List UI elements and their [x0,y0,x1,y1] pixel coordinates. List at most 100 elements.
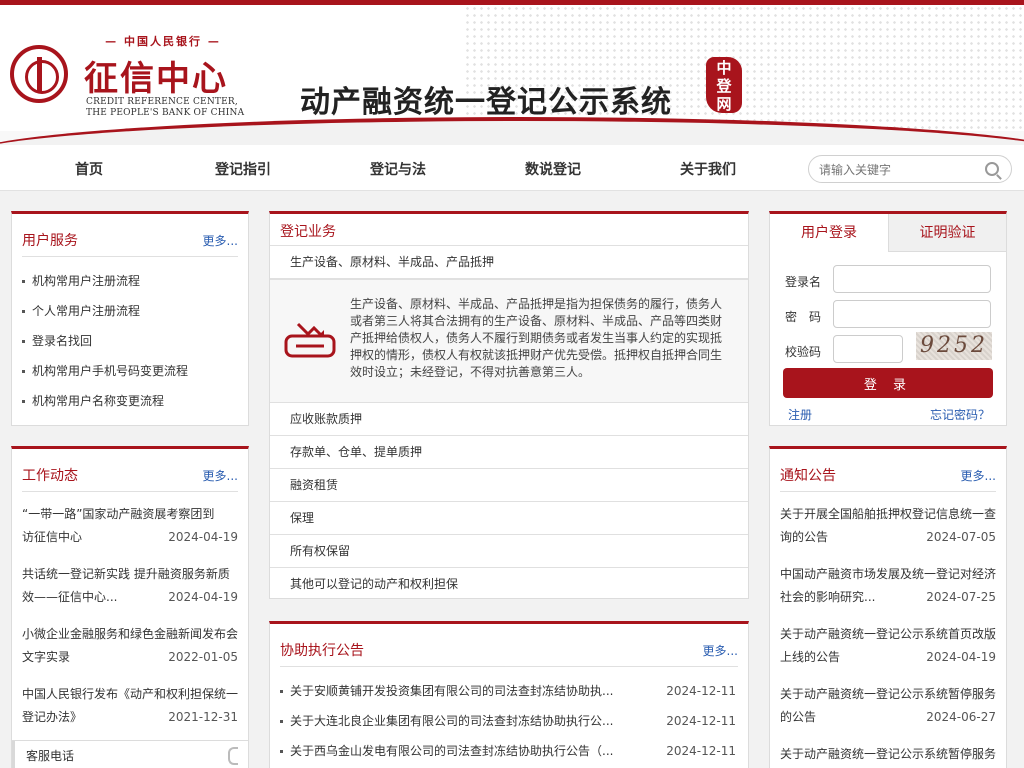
list-item[interactable]: 关于动产融资统一登记公示系统首页改版 上线的公告 2024-04-19 [780,623,996,683]
username-label: 登录名 [785,275,822,289]
announcement-date: 2024-12-11 [666,744,736,758]
notice-title-line1: 关于动产融资统一登记公示系统首页改版 [780,627,997,641]
search-box [808,155,1012,183]
panel-divider [22,256,238,257]
assist-execution-more-link[interactable]: 更多... [703,642,738,659]
list-item[interactable]: “一带一路”国家动产融资展考察团到 访征信中心 2024-04-19 [22,503,238,563]
assist-execution-list: 关于安顺黄铺开发投资集团有限公司的司法查封冻结协助执... 2024-12-11… [280,676,738,766]
list-item[interactable]: 机构常用户名称变更流程 [22,386,238,416]
notice-title-line1: 关于动产融资统一登记公示系统暂停服务 [780,747,997,761]
work-news-title: 工作动态 [22,468,78,484]
notice-date: 2024-07-25 [926,590,996,604]
nav-about-us[interactable]: 关于我们 [680,159,736,179]
registration-title: 登记业务 [280,224,336,240]
work-news-panel: 工作动态 更多... “一带一路”国家动产融资展考察团到 访征信中心 2024-… [11,446,249,746]
work-news-list: “一带一路”国家动产融资展考察团到 访征信中心 2024-04-19 共话统一登… [22,503,238,743]
panel-divider [22,491,238,492]
registration-item[interactable]: 保理 [270,502,748,535]
customer-service-strip[interactable]: 客服电话 [11,740,249,768]
captcha-field[interactable] [833,335,903,363]
list-item[interactable]: 个人常用户注册流程 [22,296,238,326]
notice-title-line1: 关于动产融资统一登记公示系统暂停服务 [780,687,997,701]
logo-org-name[interactable]: 征信中心 [84,51,228,100]
assist-execution-panel: 协助执行公告 更多... 关于安顺黄铺开发投资集团有限公司的司法查封冻结协助执.… [269,621,749,768]
forgot-password-link[interactable]: 忘记密码？ [930,406,990,423]
notice-date: 2024-04-19 [926,650,996,664]
announcement-title: 关于大连北良企业集团有限公司的司法查封冻结协助执行公... [290,714,614,728]
list-item[interactable]: 共话统一登记新实践 提升融资服务新质 效——征信中心... 2024-04-19 [22,563,238,623]
seal-text: 中登网 [716,59,732,113]
list-item[interactable]: 关于大连北良企业集团有限公司的司法查封冻结协助执行公... 2024-12-11 [280,706,738,736]
notice-title-line1: 中国动产融资市场发展及统一登记对经济 [780,567,997,581]
registration-item-description: 生产设备、原材料、半成品、产品抵押是指为担保债务的履行，债务人或者第三人将其合法… [350,297,723,379]
registration-item[interactable]: 应收账款质押 [270,403,748,436]
login-button[interactable]: 登 录 [783,368,993,398]
list-item[interactable]: 关于西乌金山发电有限公司的司法查封冻结协助执行公告（... 2024-12-11 [280,736,738,766]
announcement-title: 关于西乌金山发电有限公司的司法查封冻结协助执行公告（... [290,744,614,758]
register-link[interactable]: 注册 [788,406,812,423]
tab-certificate-verify[interactable]: 证明验证 [888,214,1006,252]
user-service-panel: 用户服务 更多... 机构常用户注册流程 个人常用户注册流程 登录名找回 机构常… [11,211,249,426]
registration-item[interactable]: 所有权保留 [270,535,748,568]
list-item[interactable]: 关于开展全国船舶抵押权登记信息统一查 询的公告 2024-07-05 [780,503,996,563]
phone-icon [228,747,238,765]
search-icon[interactable] [985,162,999,176]
notices-title: 通知公告 [780,468,836,484]
notice-date: 2024-06-27 [926,710,996,724]
logo-english-line-1: CREDIT REFERENCE CENTER, [86,97,238,107]
news-date: 2024-04-19 [168,590,238,604]
user-service-more-link[interactable]: 更多... [203,232,238,249]
notices-list: 关于开展全国船舶抵押权登记信息统一查 询的公告 2024-07-05 中国动产融… [780,503,996,768]
customer-service-label: 客服电话 [26,749,75,763]
registration-header: 登记业务 [270,214,748,246]
tab-user-login[interactable]: 用户登录 [770,214,888,252]
system-title: 动产融资统一登记公示系统 [300,85,672,120]
list-item[interactable]: 登录名找回 [22,326,238,356]
nav-home[interactable]: 首页 [75,159,103,179]
list-item[interactable]: 中国人民银行发布《动产和权利担保统一 登记办法》 2021-12-31 [22,683,238,743]
registration-item[interactable]: 融资租赁 [270,469,748,502]
nav-registration-guide[interactable]: 登记指引 [215,159,271,179]
notice-title-line1: 关于开展全国船舶抵押权登记信息统一查 [780,507,997,521]
logo-org-top: — 中国人民银行 — [105,35,221,48]
news-date: 2021-12-31 [168,710,238,724]
list-item[interactable]: 小微企业金融服务和绿色金融新闻发布会 文字实录 2022-01-05 [22,623,238,683]
search-input[interactable] [819,161,979,178]
login-panel: 用户登录 证明验证 登录名 密 码 校验码 9252 登 录 注册 忘记密码？ [769,211,1007,426]
nav-registration-law[interactable]: 登记与法 [370,159,426,179]
list-item[interactable]: 关于动产融资统一登记公示系统暂停服务 [780,743,996,768]
list-item[interactable]: 中国动产融资市场发展及统一登记对经济 社会的影响研究... 2024-07-25 [780,563,996,623]
nav-data-registration[interactable]: 数说登记 [525,159,581,179]
notice-date: 2024-07-05 [926,530,996,544]
login-tabs: 用户登录 证明验证 [770,214,1006,252]
registration-item[interactable]: 存款单、仓单、提单质押 [270,436,748,469]
list-item[interactable]: 关于安顺黄铺开发投资集团有限公司的司法查封冻结协助执... 2024-12-11 [280,676,738,706]
registration-item[interactable]: 其他可以登记的动产和权利担保 [270,568,748,601]
news-title-line1: “一带一路”国家动产融资展考察团到 [22,507,215,521]
announcement-date: 2024-12-11 [666,684,736,698]
work-news-more-link[interactable]: 更多... [203,467,238,484]
password-field[interactable] [833,300,991,328]
zhongdeng-seal-logo: 中登网 [706,57,742,113]
user-service-title: 用户服务 [22,233,78,249]
main-nav: 首页 登记指引 登记与法 数说登记 关于我们 [0,145,1024,191]
credit-center-logo-icon[interactable] [10,45,68,103]
strip-accent [12,741,15,768]
announcement-title: 关于安顺黄铺开发投资集团有限公司的司法查封冻结协助执... [290,684,614,698]
captcha-label: 校验码 [785,345,822,359]
news-title-line1: 小微企业金融服务和绿色金融新闻发布会 [22,627,239,641]
list-item[interactable]: 机构常用户注册流程 [22,266,238,296]
list-item[interactable]: 关于动产融资统一登记公示系统暂停服务 的公告 2024-06-27 [780,683,996,743]
username-field[interactable] [833,265,991,293]
panel-divider [280,666,738,667]
site-header: — 中国人民银行 — 征信中心 CREDIT REFERENCE CENTER,… [0,5,1024,145]
registration-item-expanded[interactable]: 生产设备、原材料、半成品、产品抵押 [270,246,748,279]
notices-more-link[interactable]: 更多... [961,467,996,484]
list-item[interactable]: 机构常用户手机号码变更流程 [22,356,238,386]
announcement-date: 2024-12-11 [666,714,736,728]
news-title-line1: 中国人民银行发布《动产和权利担保统一 [22,687,239,701]
captcha-image[interactable]: 9252 [916,332,992,360]
registration-item-detail: 生产设备、原材料、半成品、产品抵押是指为担保债务的履行，债务人或者第三人将其合法… [270,279,748,403]
news-date: 2022-01-05 [168,650,238,664]
news-date: 2024-04-19 [168,530,238,544]
